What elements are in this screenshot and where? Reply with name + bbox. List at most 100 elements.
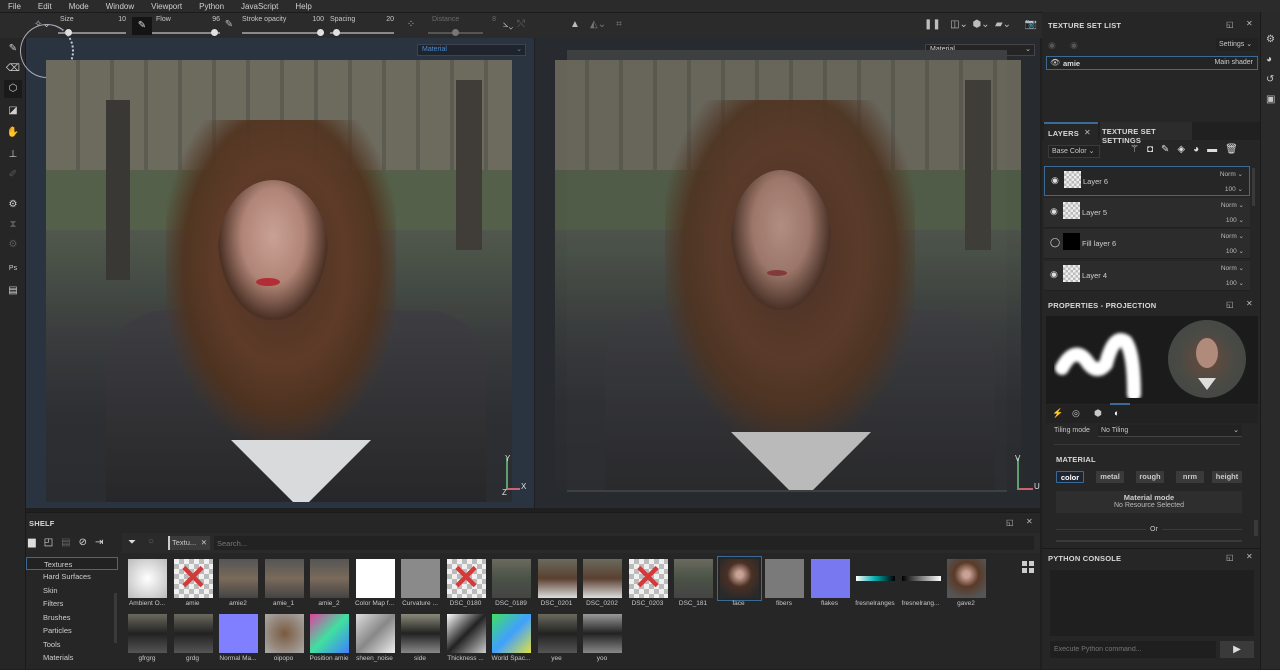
shelf-thumbnail[interactable]: ✕ [628,559,668,598]
close-icon[interactable]: ✕ [1246,19,1253,28]
symmetry-axis-icon[interactable]: ⌗ [612,19,626,30]
shelf-thumbnail[interactable] [674,559,713,598]
camera-mode-icon[interactable]: ▰⌄ [994,19,1012,30]
stroke-opacity-value[interactable]: 100 [296,16,324,23]
shelf-thumbnail[interactable] [401,559,440,598]
photoshop-export-icon[interactable]: Ps [4,260,22,278]
layer-row[interactable]: ◉ Layer 6 Norm ⌄ 100 ⌄ [1044,166,1250,196]
distance-slider[interactable] [428,29,483,36]
shelf-thumbnail[interactable] [128,614,167,653]
menu-edit[interactable]: Edit [38,2,52,11]
shelf-category-textures[interactable]: Textures [26,557,118,570]
channel-button-nrm[interactable]: nrm [1176,471,1204,483]
new-shelf-icon[interactable]: ◰ [44,537,53,548]
shelf-thumbnail[interactable] [219,559,258,598]
shelf-thumbnail[interactable] [446,614,486,653]
shelf-category-materials[interactable]: Materials [26,651,118,664]
layer-blend-mode[interactable]: Norm ⌄ [1220,170,1243,178]
layer-opacity[interactable]: 100 ⌄ [1225,185,1243,193]
shelf-thumbnail[interactable] [401,614,440,653]
tab-alpha-icon[interactable]: ◎ [1072,408,1080,419]
channel-button-metal[interactable]: metal [1096,471,1124,483]
shader-settings-icon[interactable]: ◕ [1266,54,1272,65]
close-icon[interactable]: ✕ [1246,552,1253,561]
log-icon[interactable]: ▣ [1266,94,1275,105]
shelf-category-filters[interactable]: Filters [26,597,118,610]
shelf-thumbnail[interactable] [355,559,395,598]
shelf-thumbnail[interactable] [765,559,804,598]
filter-icon[interactable]: ⏷ [128,537,136,548]
shelf-category-hard-surfaces[interactable]: Hard Surfaces [26,570,118,583]
eye-icon[interactable]: ◉ [1050,269,1058,280]
float-icon[interactable]: ◱ [1226,553,1234,562]
filter-tag[interactable]: Textu... ✕ [168,536,210,550]
menu-viewport[interactable]: Viewport [151,2,182,11]
tab-texture-set-settings[interactable]: TEXTURE SET SETTINGS [1100,122,1192,145]
shelf-thumbnail[interactable] [264,559,304,598]
shelf-thumbnail[interactable] [219,614,258,653]
shelf-thumbnail[interactable] [310,614,349,653]
shelf-category-brushes[interactable]: Brushes [26,611,118,624]
shelf-close-icon[interactable]: ✕ [1026,517,1033,526]
shelf-thumbnail[interactable] [901,576,941,581]
eye-icon[interactable]: ◉ [1048,40,1056,51]
shelf-thumbnail[interactable]: ✕ [173,559,213,598]
layer-channel-select[interactable]: Base Color ⌄ [1048,145,1100,158]
split-view-icon[interactable]: ◫⌄ [950,19,968,30]
close-icon[interactable]: ✕ [1246,299,1253,308]
shelf-thumbnail[interactable] [537,614,577,653]
clone-stamp-icon[interactable]: ⊥ [4,146,22,164]
layer-opacity[interactable]: 100 ⌄ [1226,216,1244,224]
run-python-button[interactable]: ▶ [1220,641,1254,658]
add-effect-icon[interactable]: ⚚ [1130,144,1139,155]
python-command-input[interactable] [1050,641,1216,658]
export-textures-icon[interactable]: ▤ [4,282,22,300]
menu-file[interactable]: File [8,2,21,11]
shelf-thumbnail[interactable]: ✕ [446,559,486,598]
layer-opacity[interactable]: 100 ⌄ [1226,247,1244,255]
menu-help[interactable]: Help [295,2,311,11]
flow-pen-pressure-icon[interactable]: ✎ [132,17,152,35]
display-mode-icon[interactable]: ⬢⌄ [972,19,990,30]
symmetry-icon[interactable]: ▲ [568,19,582,30]
settings-dropdown[interactable]: Settings ⌄ [1216,38,1258,51]
layer-row[interactable]: ◉ Layer 5 Norm ⌄ 100 ⌄ [1044,197,1250,228]
flow-value[interactable]: 96 [190,16,220,23]
tiling-mode-select[interactable]: No Tiling ⌄ [1098,425,1242,437]
shelf-category-particles[interactable]: Particles [26,624,118,637]
properties-scrollbar[interactable] [1254,520,1258,536]
folder-icon[interactable]: ▆ [28,537,36,548]
channel-button-rough[interactable]: rough [1136,471,1164,483]
menu-python[interactable]: Python [199,2,224,11]
layer-blend-mode[interactable]: Norm ⌄ [1221,201,1244,209]
shelf-thumbnail[interactable] [856,576,895,581]
eye-icon[interactable]: ◉ [1070,40,1078,51]
bake-settings-icon[interactable]: ⚙ [4,236,22,254]
layer-row[interactable]: ◉ Layer 4 Norm ⌄ 100 ⌄ [1044,260,1250,291]
menu-javascript[interactable]: JavaScript [241,2,278,11]
add-smart-material-icon[interactable]: ◕ [1193,144,1199,155]
layer-row[interactable]: ◯ Fill layer 6 Norm ⌄ 100 ⌄ [1044,229,1250,259]
add-paint-layer-icon[interactable]: ✎ [1161,144,1169,155]
spacing-slider[interactable] [330,29,394,36]
flow-slider[interactable] [152,29,220,36]
distance-value[interactable]: 8 [470,16,496,23]
stroke-pressure-icon[interactable]: ✎ [222,19,236,30]
symmetry-disabled-icon[interactable]: ⤲ [514,19,528,30]
shelf-thumbnail[interactable] [947,559,986,598]
stroke-opacity-slider[interactable] [242,29,324,36]
shelf-category-skin[interactable]: Skin [26,584,118,597]
shelf-category-tools[interactable]: Tools [26,638,118,651]
tab-material-icon[interactable]: ◐ [1114,408,1119,418]
polygon-fill-icon[interactable]: ◪ [4,102,22,120]
shelf-thumbnail[interactable] [310,559,349,598]
shelf-thumbnail[interactable] [355,614,395,653]
shelf-thumbnail[interactable] [810,559,850,598]
add-fill-layer-icon[interactable]: ◈ [1177,144,1185,155]
history-icon[interactable]: ↺ [1266,74,1274,85]
shelf-thumbnail[interactable] [264,614,304,653]
texture-set-item[interactable]: 👁 amie Main shader [1046,56,1258,70]
close-icon[interactable]: ✕ [201,536,207,550]
shelf-thumbnail[interactable] [583,559,622,598]
menu-mode[interactable]: Mode [69,2,89,11]
